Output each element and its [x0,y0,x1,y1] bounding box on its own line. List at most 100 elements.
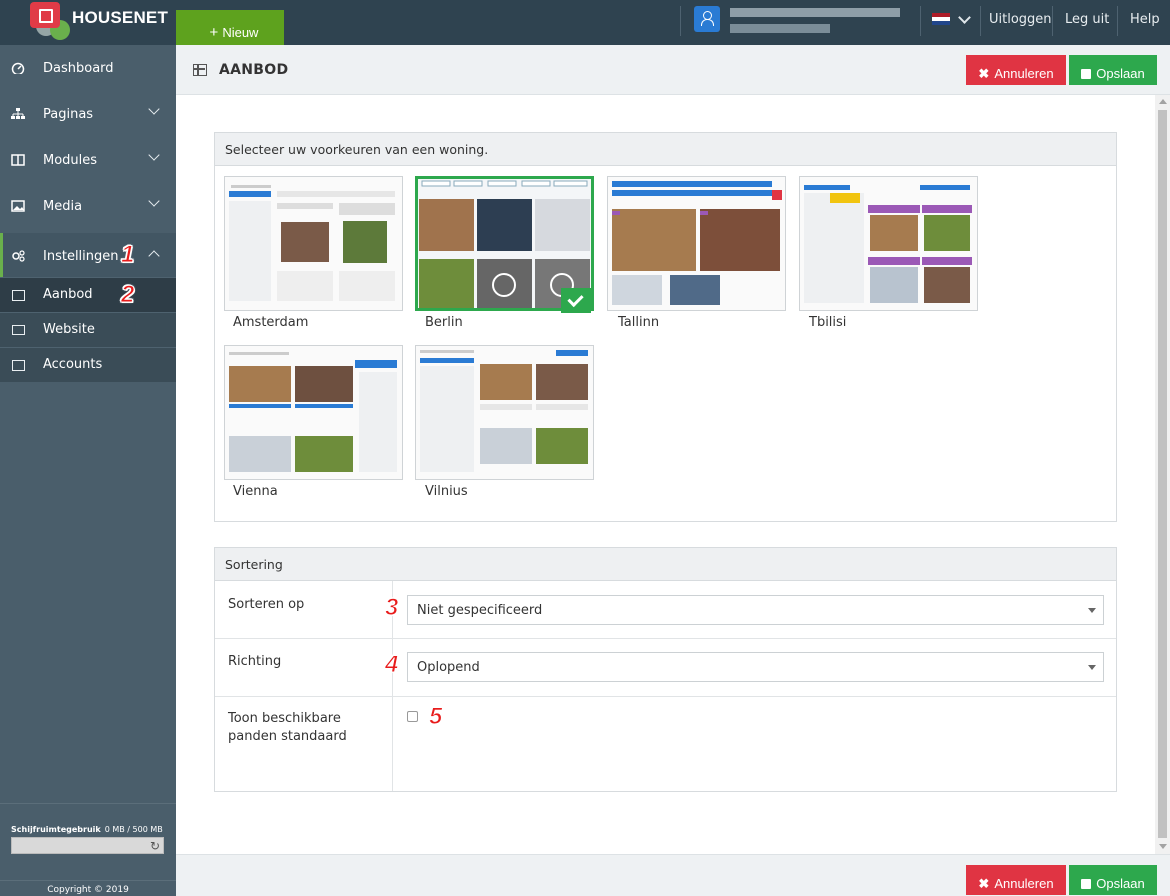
chevron-down-icon [148,103,160,115]
disk-usage-bar: ↻ [11,837,164,854]
image-icon [11,200,25,212]
sort-panel-heading: Sortering [215,548,1116,581]
annotation-marker-3: 3 [384,594,399,622]
table-icon [12,290,25,301]
sidebar-item-modules[interactable]: Modules [0,137,176,183]
annotation-marker-1: 1 [120,241,135,269]
disk-usage-title: Schijfruimtegebruik [11,825,101,834]
explain-link[interactable]: Leg uit [1065,12,1109,27]
direction-label: Richting [228,654,282,669]
language-chevron-icon[interactable] [958,11,971,24]
columns-icon [11,154,25,166]
sidebar-item-media[interactable]: Media [0,183,176,229]
blurred-username [730,8,900,17]
sort-row: Sorteren op Niet gespecificeerd 3 [215,581,1116,639]
available-label: Toon beschikbare panden standaard [228,711,347,744]
dashboard-icon [11,62,25,74]
template-thumb-amsterdam[interactable] [224,176,403,311]
chevron-down-icon [148,195,160,207]
sidebar-item-label: Paginas [43,107,94,122]
sidebar-item-paginas[interactable]: Paginas [0,91,176,137]
card-icon [12,360,25,371]
sidebar-item-label: Accounts [43,357,103,372]
copyright: Copyright © 2019 [0,880,176,895]
chevron-up-icon [148,250,160,262]
sitemap-icon [11,108,25,119]
templates-panel-heading: Selecteer uw voorkeuren van een woning. [215,133,1116,166]
brand-name: HOUSENET [72,8,169,27]
scroll-down-arrow-icon[interactable] [1159,844,1167,849]
sidebar-item-label: Website [43,322,95,337]
plus-icon: + [209,24,219,41]
save-button[interactable]: Opslaan [1069,55,1157,85]
close-icon: ✖ [978,65,990,81]
top-bar: HOUSENET + Nieuw Uitloggen Leg uit Help [0,0,1170,45]
direction-select-value: Oplopend [417,660,480,675]
gears-icon [12,250,25,262]
new-button[interactable]: + Nieuw [176,10,284,45]
house-icon [30,2,60,28]
sidebar-item-label: Media [43,199,83,214]
disk-usage-value: 0 MB / 500 MB [104,825,163,834]
template-label-amsterdam: Amsterdam [233,315,309,330]
sort-select[interactable]: Niet gespecificeerd [407,595,1104,625]
cancel-label: Annuleren [994,65,1054,81]
dutch-flag-icon[interactable] [932,13,950,25]
dropdown-caret-icon [1088,608,1096,613]
cancel-label: Annuleren [994,875,1054,891]
refresh-icon[interactable]: ↻ [150,839,160,853]
table-icon [193,64,207,76]
save-icon [1081,69,1092,79]
templates-panel: Selecteer uw voorkeuren van een woning. … [214,132,1117,522]
new-button-label: Nieuw [222,25,259,40]
annotation-marker-2: 2 [120,281,135,309]
sidebar-item-website[interactable]: Website [0,312,176,347]
template-thumb-tallinn[interactable] [607,176,786,311]
available-row: Toon beschikbare panden standaard 5 [215,696,1116,791]
template-label-tallinn: Tallinn [618,315,660,330]
template-label-tbilisi: Tbilisi [809,315,847,330]
scrollbar-thumb[interactable] [1158,110,1167,838]
sidebar-item-dashboard[interactable]: Dashboard [0,45,176,91]
help-link[interactable]: Help [1130,12,1160,27]
template-label-berlin: Berlin [425,315,463,330]
page-title: AANBOD [219,62,289,78]
sidebar-item-aanbod[interactable]: Aanbod [0,277,176,312]
save-button-footer[interactable]: Opslaan [1069,865,1157,895]
dropdown-caret-icon [1088,665,1096,670]
page-header: AANBOD ✖ Annuleren Opslaan [176,45,1170,95]
annotation-marker-5: 5 [428,703,443,731]
housenet-logo[interactable]: HOUSENET [30,2,168,42]
logout-link[interactable]: Uitloggen [989,12,1052,27]
disk-usage: Schijfruimtegebruik 0 MB / 500 MB ↻ [0,803,176,854]
scroll-up-arrow-icon[interactable] [1159,99,1167,104]
sidebar: Dashboard Paginas Modules Media Instelli… [0,45,176,896]
page-footer: ✖ Annuleren Opslaan [176,854,1170,896]
template-preview [608,177,785,310]
direction-select[interactable]: Oplopend [407,652,1104,682]
sidebar-item-instellingen[interactable]: Instellingen [0,233,176,279]
selected-check-icon [561,288,591,313]
template-preview [800,177,977,310]
template-thumb-vienna[interactable] [224,345,403,480]
cancel-button[interactable]: ✖ Annuleren [966,55,1066,85]
sort-label: Sorteren op [228,597,305,612]
template-thumb-vilnius[interactable] [415,345,594,480]
direction-row: Richting Oplopend 4 [215,638,1116,696]
template-preview [225,177,402,310]
sidebar-item-label: Dashboard [43,61,114,76]
available-checkbox[interactable] [407,711,418,722]
template-label-vilnius: Vilnius [425,484,468,499]
sidebar-item-label: Instellingen [43,249,119,264]
template-preview [416,346,593,479]
sort-panel: Sortering Sorteren op Niet gespecificeer… [214,547,1117,792]
sidebar-item-accounts[interactable]: Accounts [0,347,176,382]
user-icon[interactable] [694,6,720,32]
chevron-down-icon [148,149,160,161]
blurred-email [730,24,830,33]
sidebar-item-label: Aanbod [43,287,93,302]
save-icon [1081,879,1092,889]
save-label: Opslaan [1096,876,1145,891]
template-thumb-tbilisi[interactable] [799,176,978,311]
cancel-button-footer[interactable]: ✖ Annuleren [966,865,1066,895]
